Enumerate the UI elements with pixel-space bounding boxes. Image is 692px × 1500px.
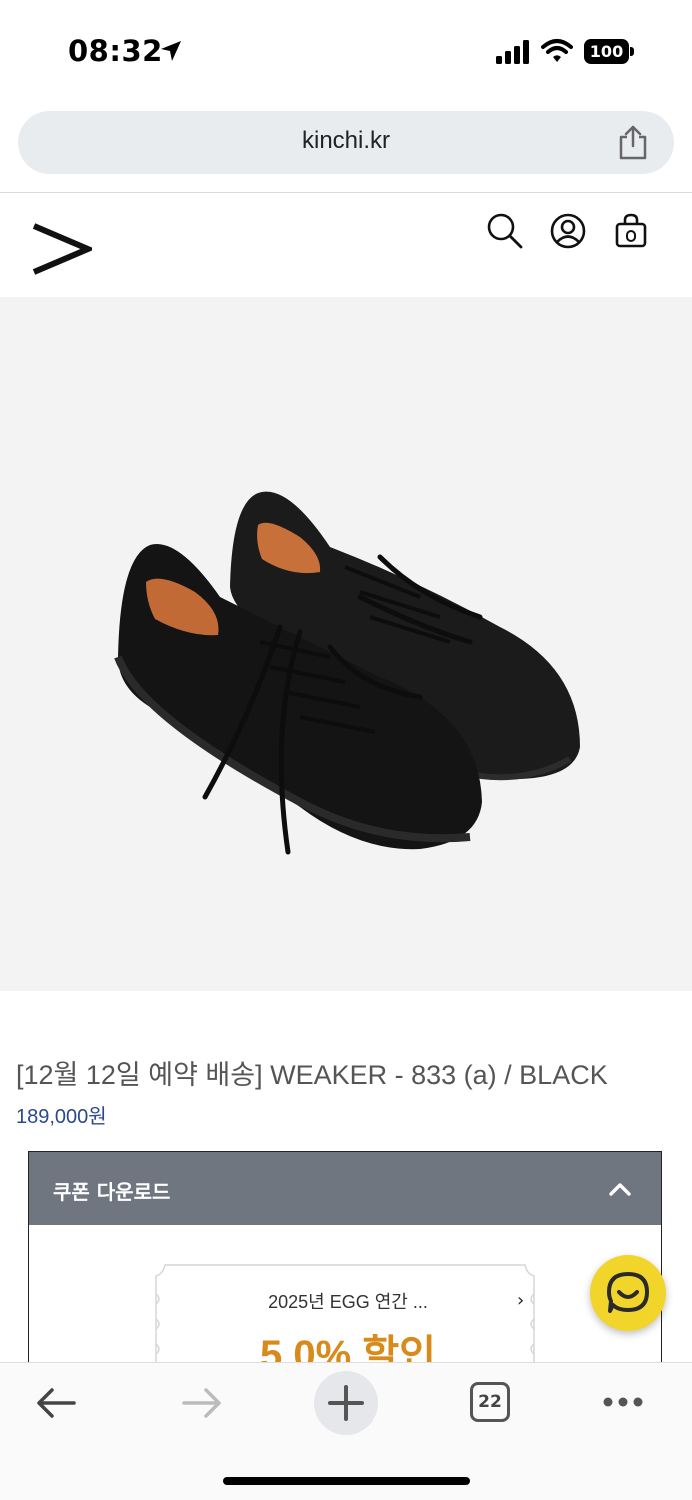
chat-button[interactable] xyxy=(590,1255,666,1331)
battery-indicator: 100 xyxy=(584,39,634,64)
shoes-illustration xyxy=(114,491,580,855)
battery-tip xyxy=(630,47,634,56)
address-bar[interactable]: kinchi.kr xyxy=(18,111,674,174)
coupon-header-label: 쿠폰 다운로드 xyxy=(53,1180,171,1204)
status-bar: 08:32 100 xyxy=(0,0,692,100)
coupon-download-header[interactable]: 쿠폰 다운로드 xyxy=(29,1152,661,1225)
more-icon[interactable] xyxy=(602,1395,644,1409)
chevron-up-icon[interactable] xyxy=(607,1176,633,1202)
coupon-name: 2025년 EGG 연간 ... xyxy=(268,1292,428,1312)
tabs-button[interactable]: 22 xyxy=(470,1382,510,1422)
coupon-section: 쿠폰 다운로드 2025년 EGG 연간 ... › 5.0% 할인 xyxy=(28,1151,662,1377)
product-image xyxy=(0,297,692,991)
browser-divider xyxy=(0,192,692,193)
forward-arrow-icon[interactable] xyxy=(180,1385,224,1421)
bag-icon[interactable] xyxy=(612,212,650,250)
chat-icon xyxy=(607,1272,649,1313)
site-logo[interactable] xyxy=(30,222,92,282)
search-icon[interactable] xyxy=(486,212,524,250)
product-price: 189,000원 xyxy=(16,1106,107,1128)
back-arrow-icon[interactable] xyxy=(34,1385,78,1421)
battery-level: 100 xyxy=(584,39,629,64)
home-indicator xyxy=(223,1477,470,1485)
share-icon[interactable] xyxy=(616,124,650,160)
coupon-chevron-right-icon[interactable]: › xyxy=(517,1290,524,1311)
location-arrow-icon xyxy=(161,41,181,61)
signal-icon xyxy=(496,40,529,64)
url-text[interactable]: kinchi.kr xyxy=(18,127,674,155)
browser-toolbar: 22 xyxy=(0,1362,692,1500)
plus-icon xyxy=(328,1385,364,1421)
wifi-icon xyxy=(541,39,573,62)
product-title: [12월 12일 예약 배송] WEAKER - 833 (a) / BLACK xyxy=(16,1060,608,1090)
user-icon[interactable] xyxy=(549,212,587,250)
new-tab-button[interactable] xyxy=(314,1371,378,1435)
status-time: 08:32 xyxy=(68,34,163,68)
